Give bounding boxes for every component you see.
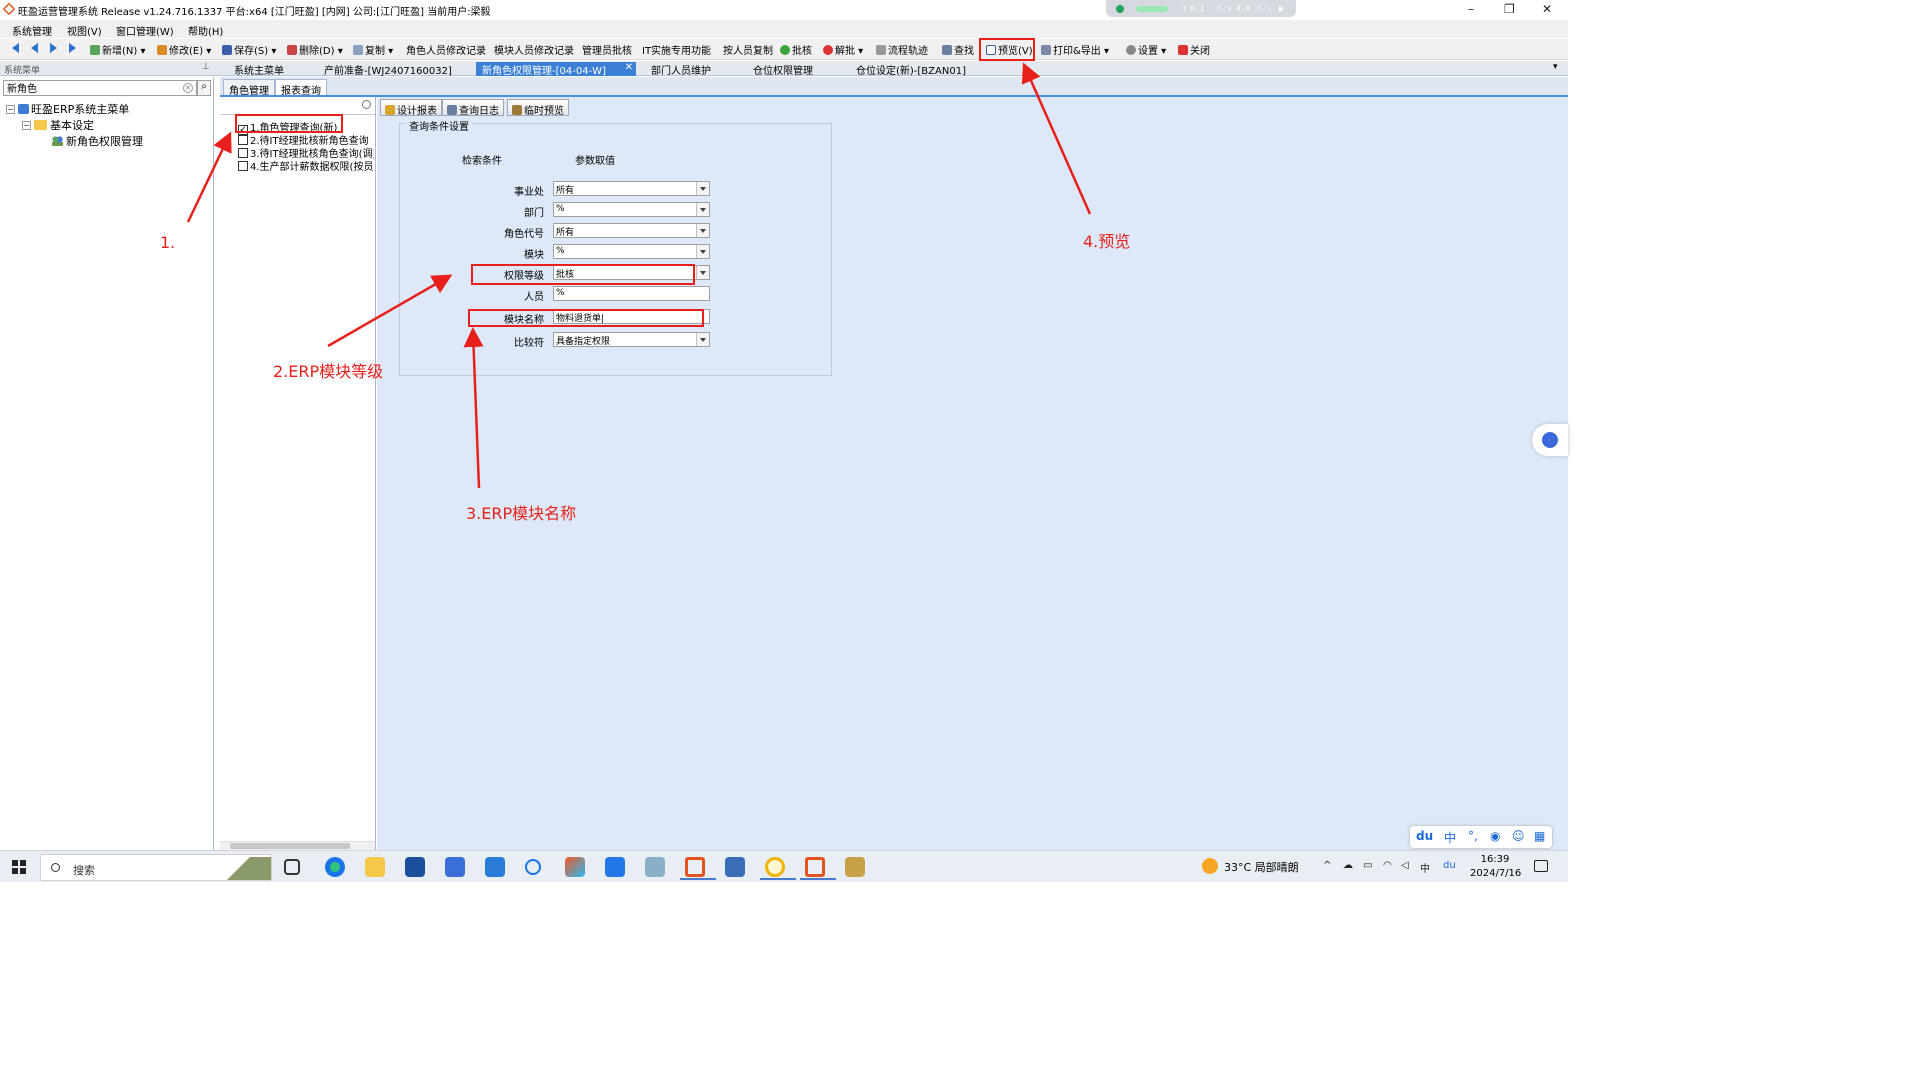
annotation-label-1: 1. (160, 233, 176, 252)
mail-icon[interactable] (405, 857, 425, 877)
task-view-icon[interactable] (284, 859, 300, 875)
ime-mode[interactable]: 中 (1444, 829, 1456, 846)
file-explorer-icon[interactable] (365, 857, 385, 877)
weather-sun-icon[interactable] (1202, 858, 1218, 874)
notification-icon[interactable] (1534, 860, 1548, 872)
windows-start-icon[interactable] (12, 860, 26, 874)
arrow-4 (1021, 62, 1092, 215)
ime-indicator-icon[interactable]: 中 (1420, 860, 1430, 875)
cloud-icon[interactable]: ☁ (1343, 860, 1353, 871)
feishu-icon[interactable] (485, 857, 505, 877)
search-highlight-image (213, 857, 271, 880)
annotation-arrows (186, 62, 1092, 489)
taskbar: 搜索 33°C 局部晴朗 ^ ☁ ▭ ◠ ◁ 中 du 16:39 2024/7… (0, 850, 1568, 882)
wifi-icon[interactable]: ◠ (1383, 860, 1392, 871)
annotation-label-2: 2.ERP模块等级 (273, 362, 384, 381)
annotation-label-3: 3.ERP模块名称 (466, 504, 577, 523)
tools-app-icon[interactable] (845, 857, 865, 877)
notes-app-icon[interactable] (645, 857, 665, 877)
erp-app-icon[interactable] (680, 857, 716, 880)
search-icon (51, 863, 60, 872)
design-app-icon[interactable] (565, 857, 585, 877)
ime-toolbar: du 中 °, ◉ ☺ ▦ (1410, 826, 1552, 848)
taskbar-search-placeholder: 搜索 (73, 864, 95, 877)
arrow-2 (327, 274, 453, 348)
clock-time[interactable]: 16:39 (1480, 854, 1510, 865)
ime-avatar-icon[interactable]: ◉ (1490, 829, 1500, 843)
tray-expand-icon[interactable]: ^ (1323, 860, 1331, 871)
punctuation-icon[interactable]: °, (1468, 829, 1478, 843)
clock-date[interactable]: 2024/7/16 (1470, 868, 1521, 879)
arrow-3 (463, 327, 484, 489)
ime-grid-icon[interactable]: ▦ (1534, 829, 1545, 843)
battery-icon[interactable]: ▭ (1363, 860, 1372, 871)
search-app-icon[interactable] (525, 859, 541, 875)
assistant-float-button[interactable] (1532, 424, 1568, 456)
baidu-ime-icon[interactable]: du (1416, 829, 1433, 843)
arrow-1 (186, 131, 232, 223)
app-box-icon[interactable] (445, 857, 465, 877)
taskbar-search[interactable]: 搜索 (40, 854, 272, 881)
ime-skin-icon[interactable]: ☺ (1512, 829, 1525, 843)
sync-app-icon[interactable] (760, 857, 796, 880)
baidu-netdisk-icon[interactable] (605, 857, 625, 877)
baidu-tray-icon[interactable]: du (1443, 860, 1456, 871)
edge-browser-icon[interactable] (325, 857, 345, 877)
remote-app-icon[interactable] (725, 857, 745, 877)
volume-icon[interactable]: ◁ (1401, 860, 1409, 871)
erp-app-icon-2[interactable] (800, 857, 836, 880)
annotation-label-4: 4.预览 (1083, 232, 1131, 251)
weather-info[interactable]: 33°C 局部晴朗 (1224, 859, 1299, 875)
